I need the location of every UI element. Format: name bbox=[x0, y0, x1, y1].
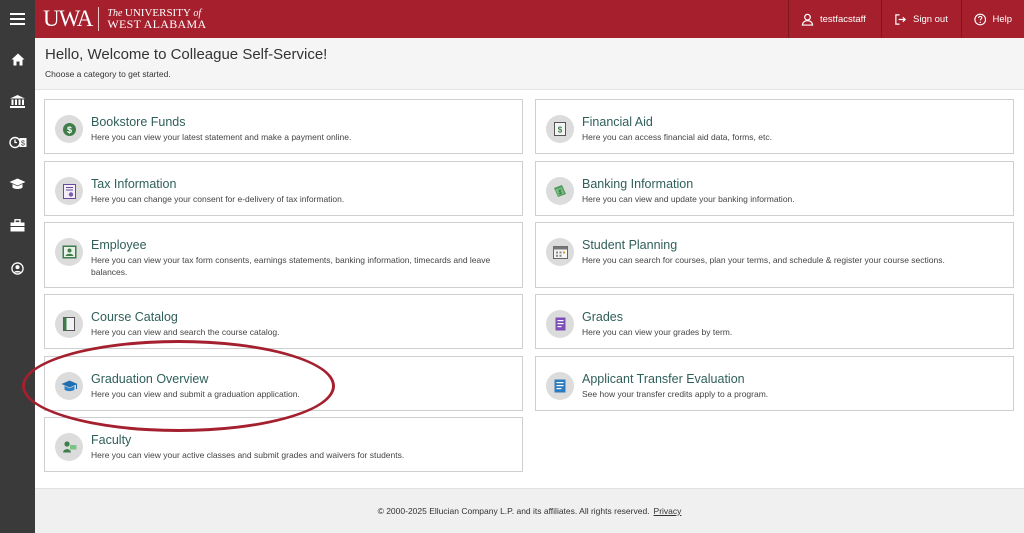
logo-line2: WEST ALABAMA bbox=[107, 17, 207, 31]
card-title: Employee bbox=[91, 238, 147, 252]
help-label: Help bbox=[992, 13, 1012, 25]
card-grades[interactable]: Grades Here you can view your grades by … bbox=[535, 294, 1014, 349]
grades-icon bbox=[546, 310, 574, 338]
dollar-icon: $ bbox=[55, 115, 83, 143]
user-name-label: testfacstaff bbox=[820, 13, 866, 25]
svg-text:$: $ bbox=[21, 140, 25, 147]
copyright-text: © 2000-2025 Ellucian Company L.P. and it… bbox=[377, 506, 650, 516]
graduation-cap-icon bbox=[55, 372, 83, 400]
logo-mark: UWA bbox=[43, 6, 93, 31]
card-student-planning[interactable]: Student Planning Here you can search for… bbox=[535, 222, 1014, 288]
logo-divider bbox=[98, 7, 100, 31]
logo-wordmark: The UNIVERSITY of WEST ALABAMA bbox=[107, 8, 207, 31]
top-header: UWA The UNIVERSITY of WEST ALABAMA testf… bbox=[0, 0, 1024, 38]
nav-financial[interactable] bbox=[0, 89, 35, 113]
clock-dollar-icon: $ bbox=[8, 136, 26, 148]
page-footer: © 2000-2025 Ellucian Company L.P. and it… bbox=[35, 488, 1024, 533]
sign-out-button[interactable]: Sign out bbox=[881, 0, 961, 38]
card-bookstore-funds[interactable]: $ Bookstore Funds Here you can view your… bbox=[44, 99, 523, 154]
nav-employee[interactable] bbox=[0, 213, 35, 237]
nav-academics[interactable] bbox=[0, 172, 35, 196]
card-description: See how your transfer credits apply to a… bbox=[582, 389, 769, 399]
welcome-banner: Hello, Welcome to Colleague Self-Service… bbox=[35, 38, 1024, 90]
card-title: Faculty bbox=[91, 433, 132, 447]
card-title: Banking Information bbox=[582, 177, 694, 191]
hamburger-icon-bar bbox=[10, 13, 25, 15]
help-button[interactable]: Help bbox=[961, 0, 1024, 38]
card-graduation-overview[interactable]: Graduation Overview Here you can view an… bbox=[44, 356, 523, 411]
svg-text:$: $ bbox=[66, 125, 71, 135]
tax-document-icon bbox=[55, 177, 83, 205]
card-title: Student Planning bbox=[582, 238, 678, 252]
card-description: Here you can view your active classes an… bbox=[91, 450, 405, 460]
card-description: Here you can view and update your bankin… bbox=[582, 194, 795, 204]
financial-aid-icon: $ bbox=[546, 115, 574, 143]
card-banking-information[interactable]: $ Banking Information Here you can view … bbox=[535, 161, 1014, 216]
card-employee[interactable]: Employee Here you can view your tax form… bbox=[44, 222, 523, 288]
money-icon: $ bbox=[546, 177, 574, 205]
card-description: Here you can access financial aid data, … bbox=[582, 132, 772, 142]
card-title: Tax Information bbox=[91, 177, 177, 191]
card-faculty[interactable]: Faculty Here you can view your active cl… bbox=[44, 417, 523, 472]
card-description: Here you can search for courses, plan yo… bbox=[582, 255, 945, 265]
card-course-catalog[interactable]: Course Catalog Here you can view and sea… bbox=[44, 294, 523, 349]
card-description: Here you can view your grades by term. bbox=[582, 327, 733, 337]
card-tax-information[interactable]: Tax Information Here you can change your… bbox=[44, 161, 523, 216]
card-financial-aid[interactable]: $ Financial Aid Here you can access fina… bbox=[535, 99, 1014, 154]
faculty-icon bbox=[55, 433, 83, 461]
transfer-document-icon bbox=[546, 372, 574, 400]
card-title: Grades bbox=[582, 310, 623, 324]
help-icon bbox=[974, 13, 987, 25]
bank-icon bbox=[10, 94, 25, 108]
graduation-cap-icon bbox=[9, 178, 26, 189]
card-description: Here you can view and submit a graduatio… bbox=[91, 389, 300, 399]
employee-badge-icon bbox=[55, 238, 83, 266]
card-description: Here you can change your consent for e-d… bbox=[91, 194, 345, 204]
card-title: Course Catalog bbox=[91, 310, 178, 324]
calendar-icon bbox=[546, 238, 574, 266]
privacy-link[interactable]: Privacy bbox=[654, 506, 682, 516]
home-icon bbox=[11, 53, 24, 65]
user-circle-icon bbox=[11, 261, 24, 275]
user-menu-button[interactable]: testfacstaff bbox=[788, 0, 881, 38]
briefcase-icon bbox=[10, 218, 25, 231]
user-icon bbox=[801, 13, 814, 26]
card-description: Here you can view and search the course … bbox=[91, 327, 280, 337]
book-icon bbox=[55, 310, 83, 338]
page-title: Hello, Welcome to Colleague Self-Service… bbox=[45, 46, 328, 63]
left-navigation: $ bbox=[0, 38, 35, 533]
nav-home[interactable] bbox=[0, 47, 35, 71]
sign-out-label: Sign out bbox=[913, 13, 948, 25]
card-title: Bookstore Funds bbox=[91, 115, 186, 129]
card-title: Graduation Overview bbox=[91, 372, 209, 386]
university-logo[interactable]: UWA The UNIVERSITY of WEST ALABAMA bbox=[43, 6, 206, 32]
sign-out-icon bbox=[895, 13, 906, 25]
card-title: Applicant Transfer Evaluation bbox=[582, 372, 745, 386]
card-description: Here you can view your tax form consents… bbox=[91, 255, 491, 277]
hamburger-icon-bar bbox=[10, 18, 25, 20]
hamburger-icon-bar bbox=[10, 23, 25, 25]
svg-text:$: $ bbox=[558, 126, 563, 135]
nav-user-profile[interactable] bbox=[0, 256, 35, 280]
page-subtitle: Choose a category to get started. bbox=[45, 69, 171, 79]
card-description: Here you can view your latest statement … bbox=[91, 132, 352, 142]
nav-financial-aid[interactable]: $ bbox=[0, 130, 35, 154]
card-applicant-transfer-evaluation[interactable]: Applicant Transfer Evaluation See how yo… bbox=[535, 356, 1014, 411]
card-title: Financial Aid bbox=[582, 115, 653, 129]
menu-toggle-button[interactable] bbox=[0, 0, 35, 38]
